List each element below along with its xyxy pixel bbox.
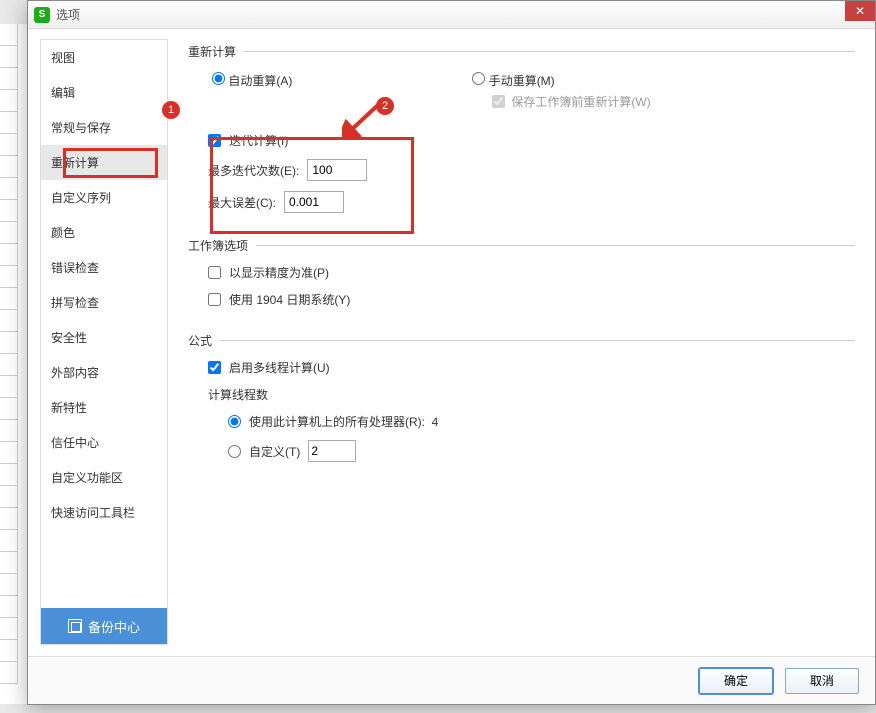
date1904-label: 使用 1904 日期系统(Y) <box>229 291 350 308</box>
sidebar-item-color[interactable]: 颜色 <box>41 215 167 250</box>
max-iterations-input[interactable] <box>307 159 367 181</box>
dialog-footer: 确定 取消 <box>28 656 875 704</box>
sidebar-item-custom-lists[interactable]: 自定义序列 <box>41 180 167 215</box>
radio-manual-recalc-input[interactable] <box>472 72 485 85</box>
workbook-legend: 工作簿选项 <box>188 237 256 254</box>
custom-threads-label: 自定义(T) <box>249 443 300 460</box>
recalc-legend: 重新计算 <box>188 43 244 60</box>
backup-label: 备份中心 <box>88 617 140 636</box>
sidebar-item-edit[interactable]: 编辑 <box>41 75 167 110</box>
sidebar-item-new-features[interactable]: 新特性 <box>41 390 167 425</box>
checkbox-save-before-recalc <box>492 95 505 108</box>
section-formula: 公式 启用多线程计算(U) 计算线程数 使用此计算机上的所有处理器(R): 4 … <box>188 332 855 472</box>
radio-auto-recalc[interactable]: 自动重算(A) <box>212 72 292 114</box>
sidebar-item-view[interactable]: 视图 <box>41 40 167 75</box>
sidebar-item-customize-ribbon[interactable]: 自定义功能区 <box>41 460 167 495</box>
options-dialog: S 选项 ✕ 视图 编辑 常规与保存 重新计算 自定义序列 颜色 错误检查 拼写… <box>27 0 876 705</box>
max-change-label: 最大误差(C): <box>208 194 276 211</box>
sidebar-item-error-check[interactable]: 错误检查 <box>41 250 167 285</box>
iteration-label: 迭代计算(I) <box>229 132 288 149</box>
sidebar-item-trust-center[interactable]: 信任中心 <box>41 425 167 460</box>
app-icon: S <box>34 7 50 23</box>
close-button[interactable]: ✕ <box>845 1 875 21</box>
radio-use-all-processors[interactable] <box>228 415 241 428</box>
sidebar-item-quick-access-toolbar[interactable]: 快速访问工具栏 <box>41 495 167 530</box>
sidebar-item-security[interactable]: 安全性 <box>41 320 167 355</box>
checkbox-iteration[interactable] <box>208 134 221 147</box>
precision-label: 以显示精度为准(P) <box>229 264 329 281</box>
section-recalculate: 重新计算 自动重算(A) 手动重算(M) 保存工作簿前重新计算(W) 迭代计算(… <box>188 43 855 223</box>
custom-threads-input[interactable] <box>308 440 356 462</box>
checkbox-multithread[interactable] <box>208 361 221 374</box>
radio-auto-recalc-input[interactable] <box>212 72 225 85</box>
backup-center-button[interactable]: 备份中心 <box>41 608 167 644</box>
formula-legend: 公式 <box>188 332 220 349</box>
sidebar-item-recalculate[interactable]: 重新计算 <box>41 145 167 180</box>
max-change-input[interactable] <box>284 191 344 213</box>
ok-button[interactable]: 确定 <box>699 668 773 694</box>
cancel-button[interactable]: 取消 <box>785 668 859 694</box>
sidebar: 视图 编辑 常规与保存 重新计算 自定义序列 颜色 错误检查 拼写检查 安全性 … <box>40 39 168 645</box>
use-all-label: 使用此计算机上的所有处理器(R): 4 <box>249 413 438 430</box>
content-panel: 重新计算 自动重算(A) 手动重算(M) 保存工作簿前重新计算(W) 迭代计算(… <box>180 39 863 645</box>
multithread-label: 启用多线程计算(U) <box>229 359 330 376</box>
sidebar-list: 视图 编辑 常规与保存 重新计算 自定义序列 颜色 错误检查 拼写检查 安全性 … <box>41 40 167 608</box>
section-workbook-options: 工作簿选项 以显示精度为准(P) 使用 1904 日期系统(Y) <box>188 237 855 318</box>
dialog-title: 选项 <box>56 6 80 23</box>
titlebar: S 选项 ✕ <box>28 1 875 29</box>
radio-custom-threads[interactable] <box>228 445 241 458</box>
sidebar-item-general-save[interactable]: 常规与保存 <box>41 110 167 145</box>
sidebar-item-spell-check[interactable]: 拼写检查 <box>41 285 167 320</box>
radio-manual-recalc[interactable]: 手动重算(M) <box>472 74 554 88</box>
backup-icon <box>68 619 82 633</box>
checkbox-precision-as-displayed[interactable] <box>208 266 221 279</box>
checkbox-1904-date[interactable] <box>208 293 221 306</box>
threads-section-label: 计算线程数 <box>208 386 268 403</box>
save-before-recalc-label: 保存工作簿前重新计算(W) <box>511 93 650 110</box>
sidebar-item-external-content[interactable]: 外部内容 <box>41 355 167 390</box>
spreadsheet-background <box>0 24 30 704</box>
max-iterations-label: 最多迭代次数(E): <box>208 162 299 179</box>
